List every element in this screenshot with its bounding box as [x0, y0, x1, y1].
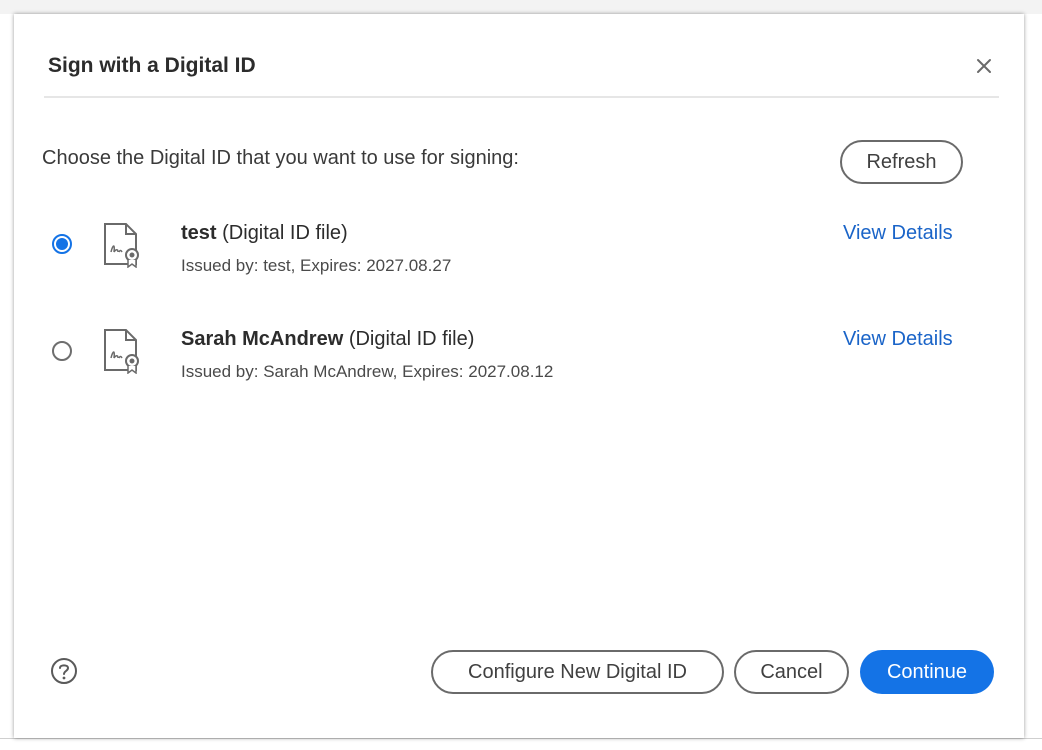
title-divider — [44, 96, 999, 98]
digital-id-name-bold: Sarah McAndrew — [181, 328, 344, 350]
continue-button[interactable]: Continue — [860, 650, 994, 694]
background-toolbar — [0, 0, 1042, 15]
digital-id-name-bold: test — [181, 222, 217, 244]
refresh-button[interactable]: Refresh — [840, 140, 963, 184]
digital-id-certificate-icon — [104, 223, 139, 268]
digital-id-name: Sarah McAndrew (Digital ID file) — [181, 328, 474, 351]
instruction-text: Choose the Digital ID that you want to u… — [42, 147, 519, 169]
digital-id-name: test (Digital ID file) — [181, 222, 348, 245]
digital-id-type: (Digital ID file) — [348, 328, 475, 350]
background-document-right — [1024, 14, 1042, 749]
digital-id-radio-selected[interactable] — [52, 234, 72, 254]
background-document-bottom — [0, 738, 1042, 750]
close-button[interactable] — [968, 50, 1000, 82]
help-button[interactable] — [50, 657, 78, 685]
digital-id-certificate-icon — [104, 329, 139, 374]
digital-id-type: (Digital ID file) — [222, 222, 348, 244]
view-details-link[interactable]: View Details — [843, 328, 953, 351]
background-document-left — [0, 14, 14, 749]
digital-id-issued: Issued by: Sarah McAndrew, Expires: 2027… — [181, 362, 554, 381]
digital-id-row[interactable]: Sarah McAndrew (Digital ID file) Issued … — [14, 320, 1024, 381]
digital-id-issued: Issued by: test, Expires: 2027.08.27 — [181, 256, 452, 275]
configure-new-digital-id-button[interactable]: Configure New Digital ID — [431, 650, 724, 694]
digital-id-row[interactable]: test (Digital ID file) Issued by: test, … — [14, 214, 1024, 275]
help-icon — [51, 658, 77, 684]
dialog-title: Sign with a Digital ID — [48, 54, 256, 77]
close-icon — [977, 59, 991, 73]
view-details-link[interactable]: View Details — [843, 222, 953, 245]
cancel-button[interactable]: Cancel — [734, 650, 849, 694]
digital-id-radio-unselected[interactable] — [52, 341, 72, 361]
sign-digital-id-dialog: Sign with a Digital ID Choose the Digita… — [14, 14, 1024, 738]
